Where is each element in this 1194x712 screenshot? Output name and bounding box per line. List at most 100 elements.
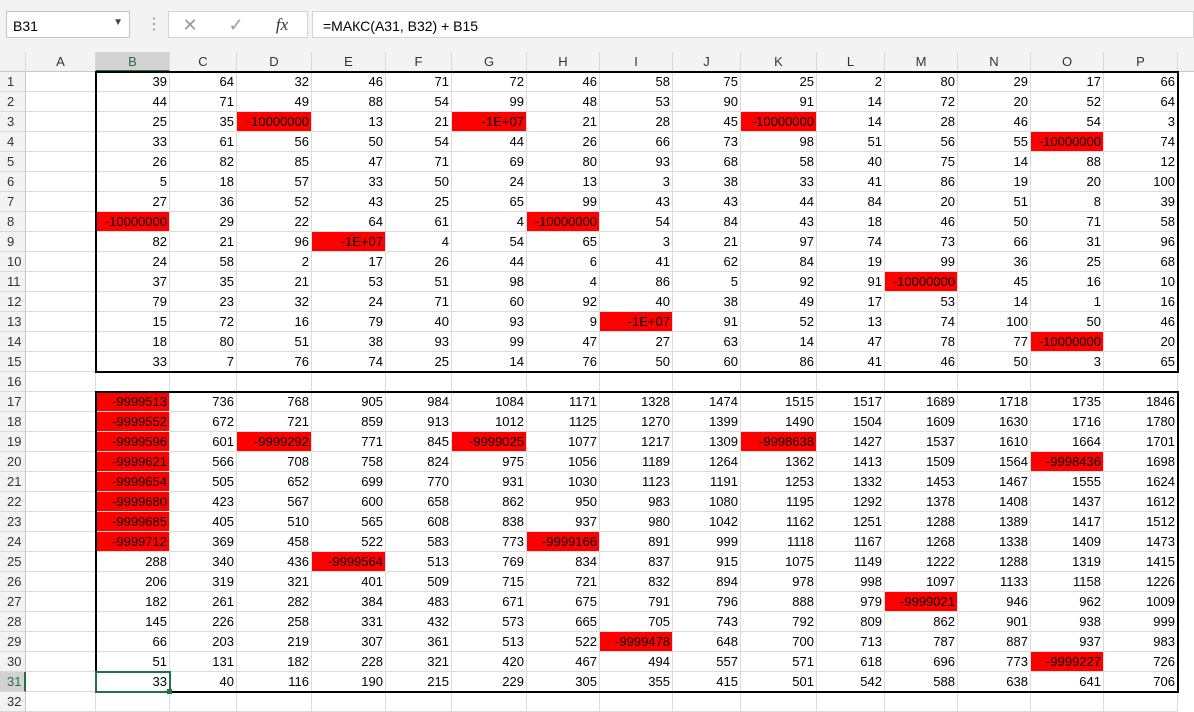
cell-o2[interactable]: 52 (1031, 92, 1104, 112)
cell-i25[interactable]: 837 (600, 552, 673, 572)
row-header-23[interactable]: 23 (0, 512, 26, 532)
cell-d2[interactable]: 49 (237, 92, 312, 112)
cell-p1[interactable]: 66 (1104, 72, 1178, 92)
cell-o1[interactable]: 17 (1031, 72, 1104, 92)
row-header-29[interactable]: 29 (0, 632, 26, 652)
cell-m9[interactable]: 73 (885, 232, 958, 252)
cell-h27[interactable]: 675 (527, 592, 600, 612)
cell-l31[interactable]: 542 (817, 672, 885, 692)
cell-b8[interactable]: -10000000 (96, 212, 170, 232)
cancel-icon[interactable]: ✕ (179, 15, 201, 36)
cell-a2[interactable] (26, 92, 96, 112)
cell-p18[interactable]: 1780 (1104, 412, 1178, 432)
cell-j15[interactable]: 60 (673, 352, 741, 372)
cell-d30[interactable]: 182 (237, 652, 312, 672)
cell-n21[interactable]: 1467 (958, 472, 1031, 492)
cell-p11[interactable]: 10 (1104, 272, 1178, 292)
row-header-24[interactable]: 24 (0, 532, 26, 552)
cell-o26[interactable]: 1158 (1031, 572, 1104, 592)
cell-p25[interactable]: 1415 (1104, 552, 1178, 572)
cell-o10[interactable]: 25 (1031, 252, 1104, 272)
cell-h8[interactable]: -10000000 (527, 212, 600, 232)
cell-c14[interactable]: 80 (170, 332, 237, 352)
cell-i15[interactable]: 50 (600, 352, 673, 372)
cell-l14[interactable]: 47 (817, 332, 885, 352)
cell-e10[interactable]: 17 (312, 252, 386, 272)
cell-f23[interactable]: 608 (386, 512, 452, 532)
cell-k2[interactable]: 91 (741, 92, 817, 112)
cell-c16[interactable] (170, 372, 237, 392)
cell-f21[interactable]: 770 (386, 472, 452, 492)
cell-o18[interactable]: 1716 (1031, 412, 1104, 432)
row-header-14[interactable]: 14 (0, 332, 26, 352)
cell-h22[interactable]: 950 (527, 492, 600, 512)
row-header-30[interactable]: 30 (0, 652, 26, 672)
cell-e9[interactable]: -1E+07 (312, 232, 386, 252)
cell-c18[interactable]: 672 (170, 412, 237, 432)
cell-m31[interactable]: 588 (885, 672, 958, 692)
cell-l7[interactable]: 84 (817, 192, 885, 212)
cell-l26[interactable]: 998 (817, 572, 885, 592)
row-header-13[interactable]: 13 (0, 312, 26, 332)
cell-g14[interactable]: 99 (452, 332, 527, 352)
cell-e23[interactable]: 565 (312, 512, 386, 532)
cell-a7[interactable] (26, 192, 96, 212)
cell-g19[interactable]: -9999025 (452, 432, 527, 452)
cell-f15[interactable]: 25 (386, 352, 452, 372)
cell-l2[interactable]: 14 (817, 92, 885, 112)
cell-k6[interactable]: 33 (741, 172, 817, 192)
cell-g21[interactable]: 931 (452, 472, 527, 492)
cell-l20[interactable]: 1413 (817, 452, 885, 472)
cell-f31[interactable]: 215 (386, 672, 452, 692)
cell-f9[interactable]: 4 (386, 232, 452, 252)
cell-m5[interactable]: 75 (885, 152, 958, 172)
cell-o23[interactable]: 1417 (1031, 512, 1104, 532)
cell-d12[interactable]: 32 (237, 292, 312, 312)
cell-b26[interactable]: 206 (96, 572, 170, 592)
cell-j31[interactable]: 415 (673, 672, 741, 692)
cell-f5[interactable]: 71 (386, 152, 452, 172)
cell-m16[interactable] (885, 372, 958, 392)
cell-p7[interactable]: 39 (1104, 192, 1178, 212)
cell-l15[interactable]: 41 (817, 352, 885, 372)
column-header-o[interactable]: O (1031, 52, 1104, 72)
row-header-15[interactable]: 15 (0, 352, 26, 372)
cell-m32[interactable] (885, 692, 958, 712)
cell-g22[interactable]: 862 (452, 492, 527, 512)
cell-l12[interactable]: 17 (817, 292, 885, 312)
cell-a21[interactable] (26, 472, 96, 492)
cell-l21[interactable]: 1332 (817, 472, 885, 492)
cell-i29[interactable]: -9999478 (600, 632, 673, 652)
cell-o9[interactable]: 31 (1031, 232, 1104, 252)
cell-e15[interactable]: 74 (312, 352, 386, 372)
cell-d11[interactable]: 21 (237, 272, 312, 292)
cell-g10[interactable]: 44 (452, 252, 527, 272)
cell-f8[interactable]: 61 (386, 212, 452, 232)
cell-d25[interactable]: 436 (237, 552, 312, 572)
row-header-31[interactable]: 31 (0, 672, 26, 692)
cell-d3[interactable]: -10000000 (237, 112, 312, 132)
cell-e21[interactable]: 699 (312, 472, 386, 492)
cell-l23[interactable]: 1251 (817, 512, 885, 532)
cell-l4[interactable]: 51 (817, 132, 885, 152)
cell-o17[interactable]: 1735 (1031, 392, 1104, 412)
column-header-b[interactable]: B (96, 52, 170, 72)
cell-j6[interactable]: 38 (673, 172, 741, 192)
cell-a31[interactable] (26, 672, 96, 692)
column-header-p[interactable]: P (1104, 52, 1178, 72)
cell-m2[interactable]: 72 (885, 92, 958, 112)
cell-k5[interactable]: 58 (741, 152, 817, 172)
cell-n9[interactable]: 66 (958, 232, 1031, 252)
cell-j27[interactable]: 796 (673, 592, 741, 612)
column-header-f[interactable]: F (386, 52, 452, 72)
grip-dots-icon[interactable]: ⋮ (146, 14, 162, 34)
cell-m26[interactable]: 1097 (885, 572, 958, 592)
cell-k26[interactable]: 978 (741, 572, 817, 592)
cell-j23[interactable]: 1042 (673, 512, 741, 532)
cell-p17[interactable]: 1846 (1104, 392, 1178, 412)
cell-m24[interactable]: 1268 (885, 532, 958, 552)
cell-p5[interactable]: 12 (1104, 152, 1178, 172)
cell-j5[interactable]: 68 (673, 152, 741, 172)
cell-n10[interactable]: 36 (958, 252, 1031, 272)
cell-n30[interactable]: 773 (958, 652, 1031, 672)
